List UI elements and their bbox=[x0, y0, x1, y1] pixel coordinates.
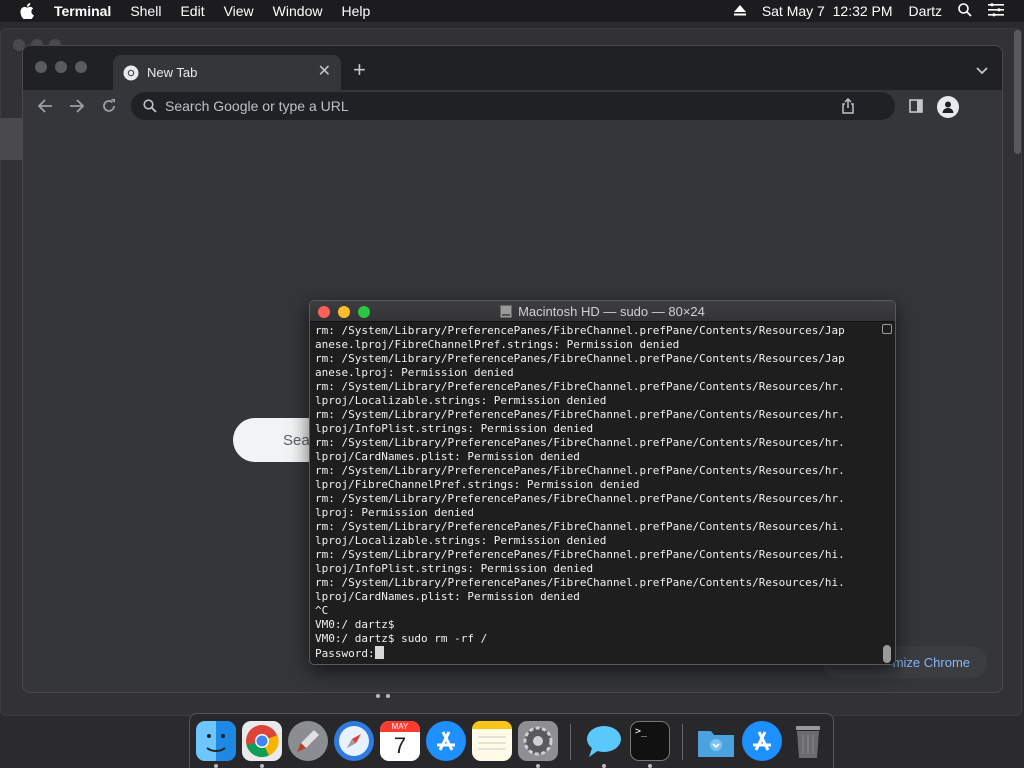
finder-running-dot bbox=[214, 764, 218, 768]
menu-window[interactable]: Window bbox=[273, 3, 323, 19]
system-preferences-icon[interactable] bbox=[518, 721, 558, 761]
messages-icon[interactable] bbox=[584, 721, 624, 761]
side-panel-icon[interactable] bbox=[909, 99, 923, 113]
messages-running-dot bbox=[602, 764, 606, 768]
back-arrow-icon[interactable] bbox=[37, 98, 53, 119]
scrollbar-thumb[interactable] bbox=[883, 645, 891, 663]
notes-icon[interactable] bbox=[472, 721, 512, 761]
menu-user[interactable]: Dartz bbox=[909, 3, 942, 19]
app-store-download-icon[interactable] bbox=[742, 721, 782, 761]
dock-separator bbox=[570, 724, 571, 760]
terminal-line: VM0:/ dartz$ sudo rm -rf / bbox=[315, 632, 488, 645]
menu-datetime[interactable]: Sat May 7 12:32 PM bbox=[762, 3, 893, 19]
calendar-day: 7 bbox=[393, 733, 407, 758]
terminal-line: lproj/InfoPlist.strings: Permission deni… bbox=[315, 422, 594, 435]
terminal-line: rm: /System/Library/PreferencePanes/Fibr… bbox=[315, 352, 845, 365]
bg-indicator-dot bbox=[376, 694, 380, 698]
terminal-line: lproj/Localizable.strings: Permission de… bbox=[315, 394, 607, 407]
customize-chrome-label: mize Chrome bbox=[892, 654, 970, 670]
launchpad-icon[interactable] bbox=[288, 721, 328, 761]
finder-icon[interactable] bbox=[196, 721, 236, 761]
terminal-scrollbar[interactable] bbox=[881, 323, 893, 664]
tab-close-icon[interactable]: ✕ bbox=[318, 64, 331, 80]
calendar-month: MAY bbox=[380, 721, 420, 732]
terminal-line: ^C bbox=[315, 604, 329, 617]
chrome-minimize-button[interactable] bbox=[55, 61, 67, 73]
tab-search-chevron-icon[interactable] bbox=[976, 62, 988, 80]
menu-edit[interactable]: Edit bbox=[180, 3, 204, 19]
menu-bar: Terminal Shell Edit View Window Help Sat… bbox=[0, 0, 1024, 22]
terminal-line: rm: /System/Library/PreferencePanes/Fibr… bbox=[315, 520, 845, 533]
dock: MAY 7 >_ bbox=[189, 713, 834, 768]
spotlight-search-icon[interactable] bbox=[958, 2, 972, 20]
terminal-line: lproj/FibreChannelPref.strings: Permissi… bbox=[315, 478, 640, 491]
terminal-minimize-button[interactable] bbox=[338, 306, 350, 318]
menu-app-name[interactable]: Terminal bbox=[54, 3, 111, 19]
chrome-running-dot bbox=[260, 764, 264, 768]
terminal-line: rm: /System/Library/PreferencePanes/Fibr… bbox=[315, 436, 845, 449]
terminal-output[interactable]: rm: /System/Library/PreferencePanes/Fibr… bbox=[315, 324, 880, 662]
reload-icon[interactable] bbox=[101, 98, 117, 119]
hard-disk-icon bbox=[500, 304, 513, 318]
chrome-favicon-icon bbox=[123, 65, 139, 81]
terminal-running-dot bbox=[648, 764, 652, 768]
menu-help[interactable]: Help bbox=[341, 3, 370, 19]
password-prompt: Password: bbox=[315, 647, 375, 660]
menu-view[interactable]: View bbox=[224, 3, 254, 19]
new-tab-icon[interactable]: + bbox=[353, 59, 366, 81]
chrome-toolbar: Search Google or type a URL bbox=[23, 90, 1002, 124]
terminal-line: lproj/InfoPlist.strings: Permission deni… bbox=[315, 562, 594, 575]
terminal-line: lproj: Permission denied bbox=[315, 506, 474, 519]
system-preferences-running-dot bbox=[536, 764, 540, 768]
terminal-icon[interactable]: >_ bbox=[630, 721, 670, 761]
scrollbar-top-button[interactable] bbox=[882, 324, 892, 334]
terminal-close-button[interactable] bbox=[318, 306, 330, 318]
eject-icon[interactable] bbox=[733, 3, 746, 19]
terminal-title: Macintosh HD — sudo — 80×24 bbox=[518, 303, 705, 319]
tab-new-tab[interactable]: New Tab ✕ bbox=[113, 55, 341, 90]
dock-separator bbox=[682, 724, 683, 760]
terminal-zoom-button[interactable] bbox=[358, 306, 370, 318]
profile-avatar-icon[interactable] bbox=[937, 96, 959, 118]
terminal-line: lproj/CardNames.plist: Permission denied bbox=[315, 590, 580, 603]
terminal-line: anese.lproj: Permission denied bbox=[315, 366, 514, 379]
downloads-folder-icon[interactable] bbox=[696, 721, 736, 761]
terminal-line: lproj/Localizable.strings: Permission de… bbox=[315, 534, 607, 547]
terminal-password-line[interactable]: Password: bbox=[315, 646, 880, 660]
omnibox[interactable]: Search Google or type a URL bbox=[131, 92, 895, 120]
control-center-icon[interactable] bbox=[988, 2, 1004, 20]
terminal-line: VM0:/ dartz$ bbox=[315, 618, 395, 631]
app-store-icon[interactable] bbox=[426, 721, 466, 761]
terminal-line: rm: /System/Library/PreferencePanes/Fibr… bbox=[315, 576, 845, 589]
omnibox-search-icon bbox=[143, 99, 157, 113]
terminal-line: rm: /System/Library/PreferencePanes/Fibr… bbox=[315, 464, 845, 477]
safari-icon[interactable] bbox=[334, 721, 374, 761]
terminal-line: rm: /System/Library/PreferencePanes/Fibr… bbox=[315, 492, 845, 505]
bg-scrollbar[interactable] bbox=[1014, 30, 1021, 154]
bg-sidebar-strip bbox=[0, 118, 22, 160]
terminal-line: rm: /System/Library/PreferencePanes/Fibr… bbox=[315, 324, 845, 337]
chrome-close-button[interactable] bbox=[35, 61, 47, 73]
apple-icon[interactable] bbox=[20, 3, 40, 19]
ntp-search-text: Sea bbox=[283, 431, 310, 449]
menu-shell[interactable]: Shell bbox=[130, 3, 161, 19]
key-cursor-icon bbox=[374, 646, 384, 659]
terminal-titlebar[interactable]: Macintosh HD — sudo — 80×24 bbox=[310, 301, 895, 322]
omnibox-placeholder: Search Google or type a URL bbox=[165, 98, 349, 114]
terminal-line: rm: /System/Library/PreferencePanes/Fibr… bbox=[315, 380, 845, 393]
terminal-line: anese.lproj/FibreChannelPref.strings: Pe… bbox=[315, 338, 680, 351]
chrome-zoom-button[interactable] bbox=[75, 61, 87, 73]
bg-indicator-dot bbox=[386, 694, 390, 698]
terminal-line: rm: /System/Library/PreferencePanes/Fibr… bbox=[315, 548, 845, 561]
forward-arrow-icon[interactable] bbox=[69, 98, 85, 119]
share-icon[interactable] bbox=[841, 98, 855, 114]
terminal-line: rm: /System/Library/PreferencePanes/Fibr… bbox=[315, 408, 845, 421]
terminal-line: lproj/CardNames.plist: Permission denied bbox=[315, 450, 580, 463]
terminal-window: Macintosh HD — sudo — 80×24 rm: /System/… bbox=[309, 300, 896, 665]
chrome-icon[interactable] bbox=[242, 721, 282, 761]
calendar-icon[interactable]: MAY 7 bbox=[380, 721, 420, 761]
trash-icon[interactable] bbox=[788, 721, 828, 761]
tab-title: New Tab bbox=[147, 65, 198, 80]
